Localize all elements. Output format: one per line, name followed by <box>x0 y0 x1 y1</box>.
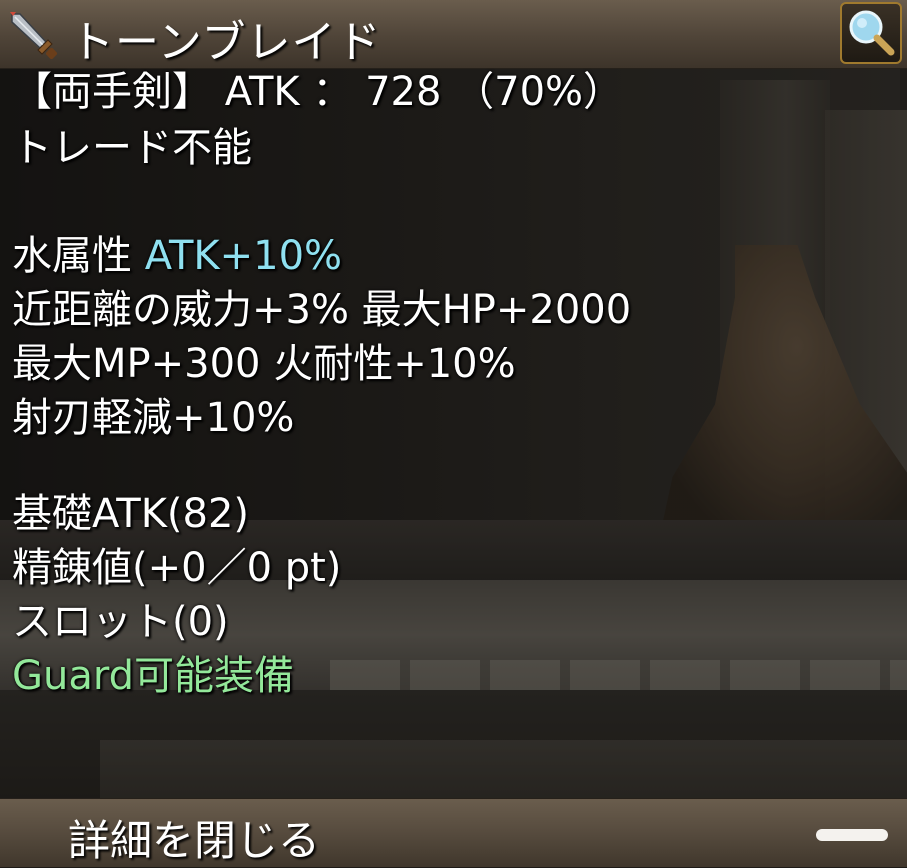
magnifier-icon <box>849 10 895 56</box>
slot-line: スロット(0) <box>12 599 229 645</box>
close-details-button[interactable]: 詳細を閉じる <box>68 807 320 868</box>
guard-line: Guard可能装備 <box>12 653 294 699</box>
element-atk-value: ATK+10% <box>144 233 343 279</box>
close-details-bar[interactable]: 詳細を閉じる <box>0 798 907 867</box>
home-indicator <box>816 829 888 841</box>
weapon-type-line: 【両手剣】 ATK ： 728 （70%） <box>12 69 624 115</box>
trade-status-line: トレード不能 <box>12 125 252 171</box>
zoom-button[interactable] <box>840 2 902 64</box>
item-name: トーンブレイド <box>70 17 382 68</box>
base-atk-line: 基礎ATK(82) <box>12 491 250 537</box>
item-title-bar: トーンブレイド <box>0 0 907 69</box>
stat-line-2: 最大MP+300 火耐性+10% <box>12 341 516 387</box>
refine-line: 精錬値(+0／0 pt) <box>12 545 342 591</box>
element-line: 水属性 ATK+10% <box>12 234 342 280</box>
element-label: 水属性 <box>12 233 145 279</box>
sword-icon <box>10 12 58 60</box>
stat-line-3: 射刃軽減+10% <box>12 395 295 441</box>
stat-line-1: 近距離の威力+3% 最大HP+2000 <box>12 287 632 333</box>
